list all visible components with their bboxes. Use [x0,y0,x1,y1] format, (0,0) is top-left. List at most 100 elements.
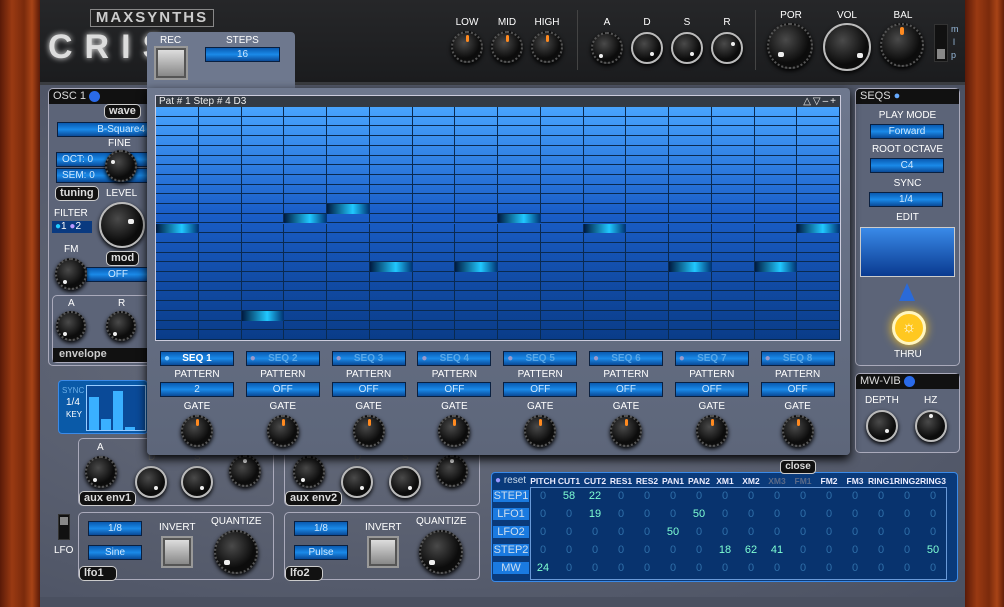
grid-cell[interactable] [626,223,669,234]
transpose-down-button[interactable]: ▽ [813,96,823,107]
grid-cell[interactable] [711,281,755,292]
grid-cell[interactable] [327,145,370,156]
pattern-select[interactable]: OFF [331,382,406,397]
pattern-select[interactable]: OFF [503,382,578,397]
grid-cell[interactable] [583,126,627,137]
grid-cell[interactable] [583,155,627,166]
matrix-cell[interactable]: 50 [686,508,712,520]
grid-cell[interactable] [156,184,199,195]
eq-mid-knob[interactable] [491,31,523,63]
grid-cell[interactable] [284,233,327,243]
grid-cell[interactable] [498,194,541,205]
grid-cell[interactable] [797,184,840,195]
matrix-cell[interactable]: 19 [582,508,608,520]
grid-cell[interactable] [156,310,199,321]
matrix-cell[interactable]: 0 [530,544,556,556]
grid-cell[interactable] [412,281,456,292]
grid-cell[interactable] [412,145,456,156]
grid-cell[interactable] [369,213,413,224]
grid-cell[interactable] [198,291,242,302]
grid-cell[interactable] [669,320,712,331]
grid-cell[interactable] [327,252,370,263]
grid-cell[interactable] [797,233,840,243]
aux-env2-decay-knob[interactable] [341,466,373,498]
grid-cell[interactable] [669,107,712,117]
grid-cell[interactable] [754,204,798,214]
matrix-cell[interactable]: 0 [868,508,894,520]
grid-cell[interactable] [455,291,498,302]
grid-cell[interactable] [369,174,413,185]
grid-cell[interactable] [498,107,541,117]
grid-cell[interactable] [284,262,327,273]
grid-cell[interactable] [754,184,798,195]
matrix-cell[interactable]: 0 [842,544,868,556]
grid-cell[interactable] [412,107,456,117]
matrix-cell[interactable]: 0 [790,526,816,538]
grid-cell[interactable] [327,320,370,331]
grid-cell[interactable] [669,301,712,311]
grid-cell[interactable] [241,145,285,156]
grid-cell[interactable] [669,233,712,243]
grid-cell[interactable] [669,165,712,175]
grid-cell[interactable] [711,126,755,137]
grid-cell[interactable] [540,155,584,166]
grid-cell[interactable] [498,116,541,127]
grid-cell[interactable] [797,165,840,175]
matrix-cell[interactable]: 0 [712,526,738,538]
note-block[interactable] [797,223,840,234]
grid-cell[interactable] [455,310,498,321]
matrix-cell[interactable]: 0 [764,526,790,538]
grid-cell[interactable] [241,136,285,146]
grid-cell[interactable] [626,194,669,205]
grid-cell[interactable] [540,213,584,224]
grid-cell[interactable] [412,242,456,253]
grid-cell[interactable] [797,107,840,117]
lfo2-rate-select[interactable]: 1/8 [294,521,348,536]
grid-cell[interactable] [198,223,242,234]
grid-cell[interactable] [198,204,242,214]
grid-cell[interactable] [455,107,498,117]
note-block[interactable] [455,262,498,273]
grid-cell[interactable] [583,136,627,146]
grid-cell[interactable] [284,252,327,263]
matrix-cell[interactable]: 0 [556,544,582,556]
grid-cell[interactable] [412,291,456,302]
grid-cell[interactable] [369,145,413,156]
matrix-cell[interactable]: 0 [634,544,660,556]
grid-cell[interactable] [669,194,712,205]
grid-cell[interactable] [540,184,584,195]
grid-cell[interactable] [327,301,370,311]
matrix-cell[interactable]: 0 [842,508,868,520]
grid-cell[interactable] [626,174,669,185]
matrix-cell[interactable]: 0 [894,508,920,520]
grid-cell[interactable] [369,116,413,127]
grid-cell[interactable] [540,262,584,273]
matrix-cell[interactable]: 0 [894,490,920,502]
grid-cell[interactable] [540,145,584,156]
matrix-cell[interactable]: 0 [582,526,608,538]
midi-thru-button[interactable]: ☼ [892,311,926,345]
grid-cell[interactable] [156,136,199,146]
lfo1-shape-select[interactable]: Sine [88,545,142,560]
grid-cell[interactable] [412,320,456,331]
matrix-cell[interactable]: 0 [608,562,634,574]
grid-cell[interactable] [797,204,840,214]
grid-cell[interactable] [626,242,669,253]
mod-button[interactable]: mod [106,251,140,266]
seq-select[interactable]: ● SEQ 5 [503,351,578,366]
matrix-cell[interactable]: 50 [920,544,946,556]
filter-option-2[interactable]: 2 [75,221,81,232]
grid-cell[interactable] [241,272,285,282]
grid-cell[interactable] [455,272,498,282]
grid-cell[interactable] [797,320,840,331]
grid-cell[interactable] [198,320,242,331]
grid-cell[interactable] [711,145,755,156]
grid-cell[interactable] [241,213,285,224]
zoom-in-button[interactable]: + [830,96,838,107]
matrix-cell[interactable]: 0 [764,508,790,520]
grid-cell[interactable] [754,165,798,175]
grid-cell[interactable] [198,155,242,166]
grid-cell[interactable] [327,223,370,234]
matrix-cell[interactable]: 0 [790,562,816,574]
grid-cell[interactable] [327,155,370,166]
